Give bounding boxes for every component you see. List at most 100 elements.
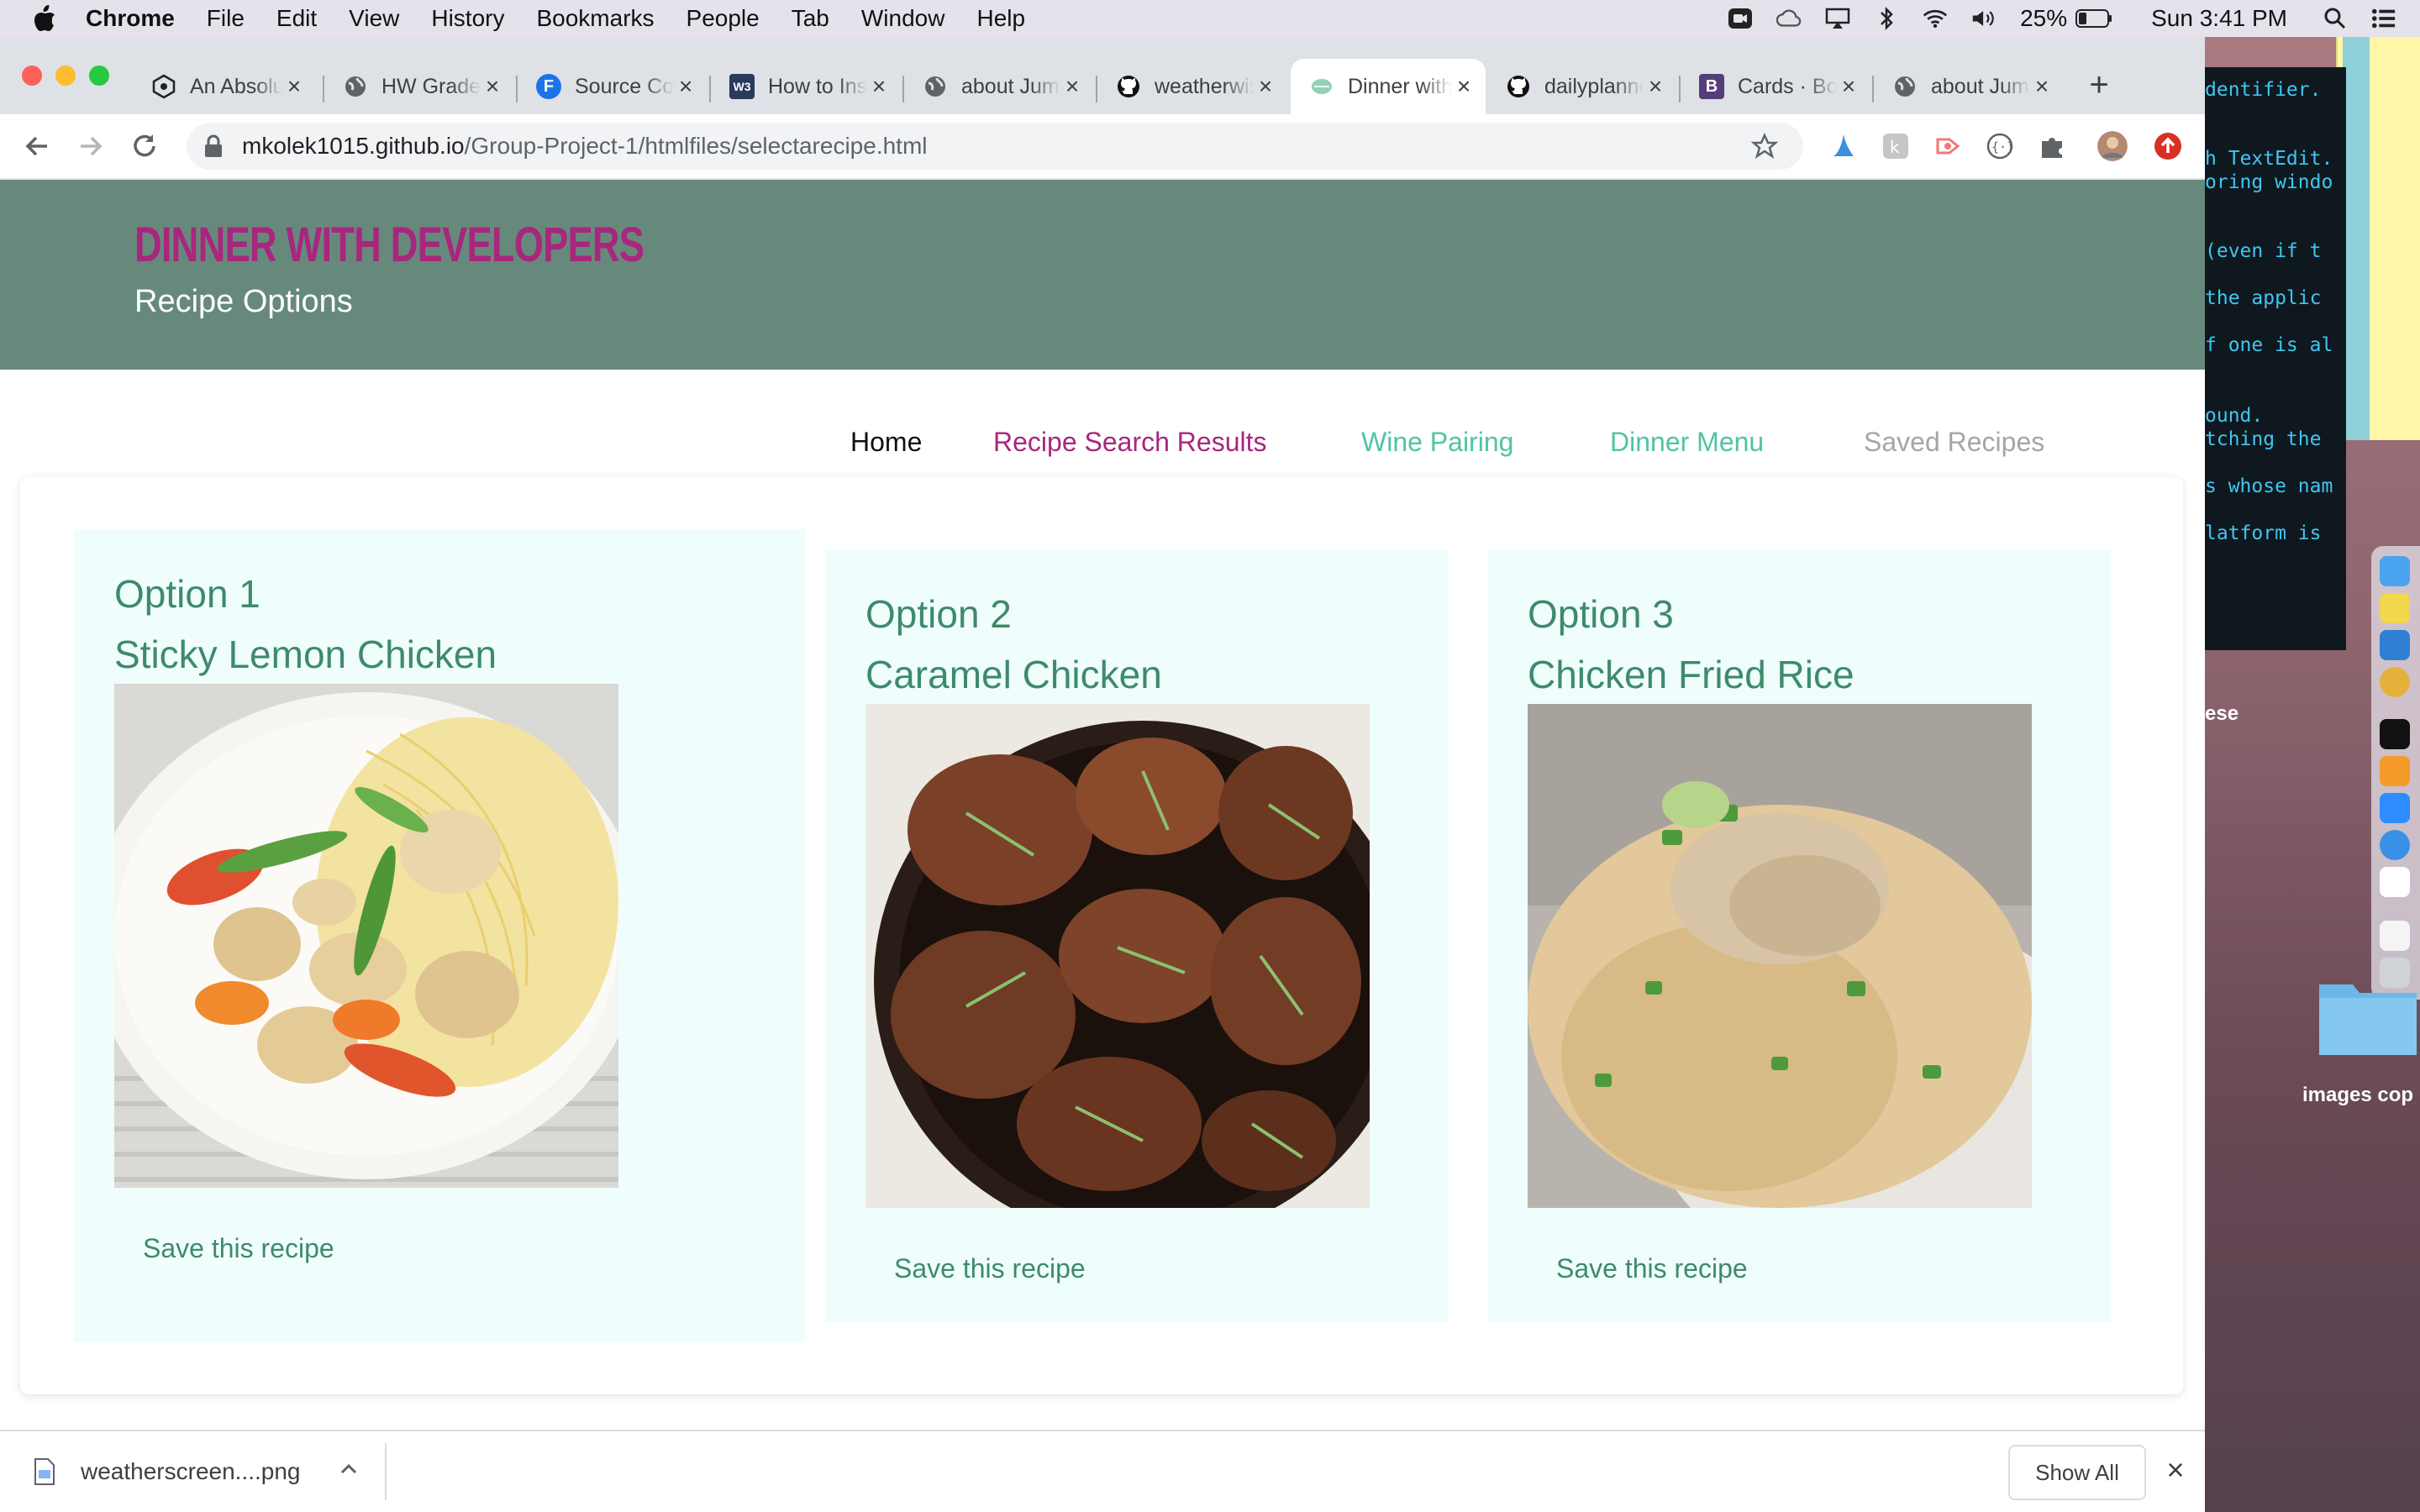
terminal-window[interactable]: dentifier. h TextEdit. oring windo (even… <box>2202 67 2346 650</box>
terminal-line: oring windo <box>2205 171 2333 193</box>
tab-close-icon[interactable]: × <box>481 73 504 100</box>
browser-tab[interactable]: F Source Code × <box>518 59 708 114</box>
terminal-line: dentifier. <box>2205 79 2322 101</box>
browser-tab[interactable]: An Absolute Beginner's Guide × <box>133 59 316 114</box>
menu-tab[interactable]: Tab <box>792 5 829 32</box>
browser-tab[interactable]: W3 How to Install × <box>711 59 901 114</box>
menu-app-name[interactable]: Chrome <box>86 5 175 32</box>
save-recipe-link[interactable]: Save this recipe <box>143 1233 334 1264</box>
site-title: DINNER WITH DEVELOPERS <box>134 218 644 272</box>
tab-close-icon[interactable]: × <box>1837 73 1860 100</box>
save-recipe-link[interactable]: Save this recipe <box>1556 1253 1748 1284</box>
tab-close-icon[interactable]: × <box>1452 73 1476 100</box>
nav-link-dinner-menu[interactable]: Dinner Menu <box>1610 427 1764 458</box>
update-alert-icon[interactable] <box>2153 131 2183 161</box>
profile-avatar[interactable] <box>2097 131 2128 161</box>
minimize-window-button[interactable] <box>55 66 76 86</box>
extension-code-icon[interactable]: {·} <box>1985 131 2015 161</box>
save-recipe-link[interactable]: Save this recipe <box>894 1253 1086 1284</box>
apple-menu-icon[interactable] <box>32 4 57 33</box>
tab-title: HW Grades <box>381 74 481 98</box>
extension-share-icon[interactable] <box>1933 131 1963 161</box>
nav-link-home[interactable]: Home <box>850 427 922 458</box>
zoom-dock-icon[interactable] <box>2380 793 2410 823</box>
tab-title: about Jump <box>961 74 1060 98</box>
tab-title: Cards · Bootstrap <box>1738 74 1837 98</box>
nav-link-wine-pairing[interactable]: Wine Pairing <box>1361 427 1513 458</box>
menu-bookmarks[interactable]: Bookmarks <box>536 5 654 32</box>
browser-tab[interactable]: about Jump × <box>1874 59 2064 114</box>
recipe-image[interactable] <box>1528 704 2032 1208</box>
recipe-image[interactable] <box>865 704 1370 1208</box>
browser-tab[interactable]: weatherwise × <box>1097 59 1287 114</box>
reload-icon[interactable] <box>129 131 160 161</box>
show-all-button[interactable]: Show All <box>2008 1445 2146 1500</box>
bluetooth-icon[interactable] <box>1874 6 1899 31</box>
sublime-dock-icon[interactable] <box>2380 756 2410 786</box>
terminal-dock-icon[interactable] <box>2380 719 2410 749</box>
browser-tab-active[interactable]: Dinner with Developers × <box>1291 59 1486 114</box>
tab-title: Source Code <box>575 74 674 98</box>
extensions-puzzle-icon[interactable] <box>2037 131 2067 161</box>
address-bar[interactable]: mkolek1015.github.io/Group-Project-1/htm… <box>187 123 1803 170</box>
wifi-icon[interactable] <box>1923 6 1948 31</box>
finder-dock-icon[interactable] <box>2380 556 2410 586</box>
tab-close-icon[interactable]: × <box>674 73 697 100</box>
vscode-dock-icon[interactable] <box>2380 630 2410 660</box>
new-tab-button[interactable]: + <box>2082 68 2116 102</box>
tab-close-icon[interactable]: × <box>1644 73 1667 100</box>
tab-close-icon[interactable]: × <box>2030 73 2054 100</box>
browser-tab[interactable]: dailyplanner × <box>1487 59 1677 114</box>
chrome-dock-icon[interactable] <box>2380 667 2410 697</box>
folder-icon[interactable] <box>2316 974 2420 1058</box>
stickies-dock-icon[interactable] <box>2380 593 2410 623</box>
extension-wave-icon[interactable] <box>1828 131 1859 161</box>
browser-tab[interactable]: HW Grades × <box>324 59 514 114</box>
terminal-line: (even if t <box>2205 240 2322 262</box>
control-center-icon[interactable] <box>2371 6 2396 31</box>
nav-link-saved-recipes[interactable]: Saved Recipes <box>1864 427 2044 458</box>
spotlight-search-icon[interactable] <box>2323 6 2348 31</box>
tab-close-icon[interactable]: × <box>867 73 891 100</box>
forward-arrow-icon[interactable] <box>76 131 106 161</box>
f-logo-icon: F <box>536 74 561 99</box>
browser-tab[interactable]: B Cards · Bootstrap × <box>1681 59 1870 114</box>
extension-grammar-icon[interactable]: k <box>1881 131 1911 161</box>
browser-tab[interactable]: about Jump × <box>904 59 1094 114</box>
menubar-clock[interactable]: Sun 3:41 PM <box>2151 5 2287 32</box>
menu-window[interactable]: Window <box>861 5 945 32</box>
zoom-window-button[interactable] <box>89 66 109 86</box>
url-domain: mkolek1015.github.io <box>242 133 465 159</box>
documents-dock-icon[interactable] <box>2380 921 2410 951</box>
chevron-up-icon[interactable] <box>336 1457 361 1482</box>
creative-cloud-icon[interactable] <box>1776 6 1802 31</box>
back-arrow-icon[interactable] <box>22 131 52 161</box>
nav-link-recipe-search-results[interactable]: Recipe Search Results <box>993 427 1266 458</box>
recipe-image[interactable] <box>114 684 618 1188</box>
file-image-icon[interactable] <box>34 1458 55 1485</box>
battery-icon[interactable] <box>2075 6 2112 31</box>
tab-close-icon[interactable]: × <box>1060 73 1084 100</box>
lock-icon[interactable] <box>203 134 224 158</box>
svg-text:k: k <box>1890 137 1900 157</box>
menu-people[interactable]: People <box>687 5 760 32</box>
download-file-name[interactable]: weatherscreen....png <box>81 1458 301 1485</box>
menu-history[interactable]: History <box>431 5 504 32</box>
slack-dock-icon[interactable] <box>2380 867 2410 897</box>
volume-icon[interactable] <box>1971 6 1996 31</box>
menu-view[interactable]: View <box>349 5 399 32</box>
airplay-icon[interactable] <box>1825 6 1850 31</box>
menu-edit[interactable]: Edit <box>276 5 317 32</box>
tab-close-icon[interactable]: × <box>1254 73 1277 100</box>
camera-status-icon[interactable] <box>1728 6 1753 31</box>
page-header: DINNER WITH DEVELOPERS Recipe Options <box>0 180 2205 370</box>
menu-file[interactable]: File <box>207 5 245 32</box>
close-icon[interactable]: × <box>2161 1455 2190 1485</box>
tab-close-icon[interactable]: × <box>282 73 306 100</box>
bookmark-star-icon[interactable] <box>1751 133 1778 160</box>
recipe-title: Sticky Lemon Chicken <box>114 633 497 676</box>
messenger-dock-icon[interactable] <box>2380 830 2410 860</box>
recipe-card: Option 1 Sticky Lemon Chicken Save this … <box>74 529 805 1342</box>
close-window-button[interactable] <box>22 66 42 86</box>
menu-help[interactable]: Help <box>976 5 1025 32</box>
